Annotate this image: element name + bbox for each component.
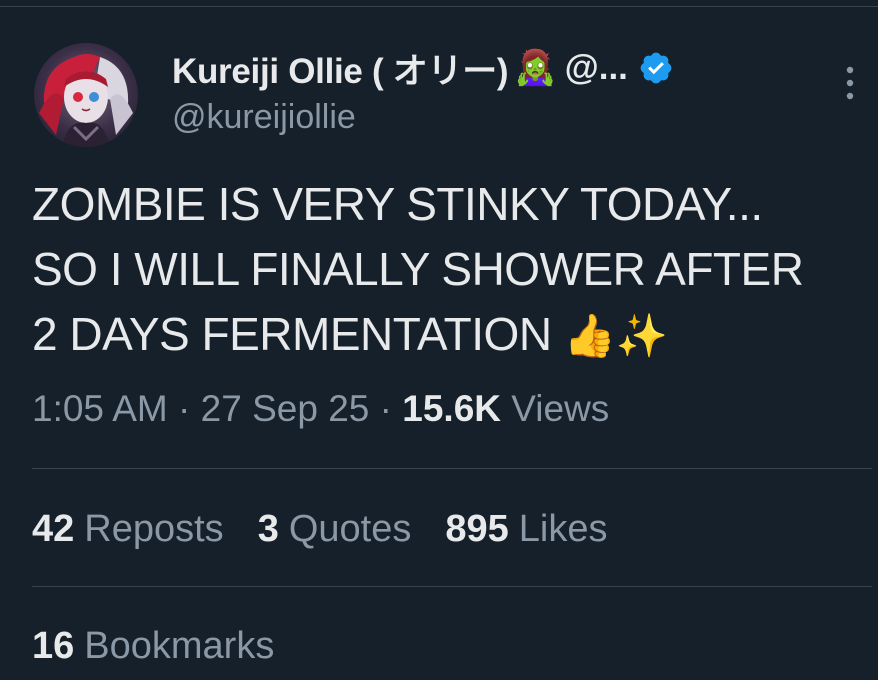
thumbs-up-sparkles-emoji: 👍✨ xyxy=(563,312,668,359)
reposts-stat[interactable]: 42 Reposts xyxy=(32,508,224,551)
author-handle[interactable]: @kureijiollie xyxy=(172,98,356,137)
tweet-line: 2 DAYS FERMENTATION xyxy=(32,308,552,360)
likes-label: Likes xyxy=(518,508,608,550)
tweet-meta: 1:05 AM · 27 Sep 25 · 15.6K Views xyxy=(32,388,609,430)
avatar-image xyxy=(39,54,133,147)
quotes-count: 3 xyxy=(257,508,279,550)
bookmarks-count: 16 xyxy=(32,625,75,667)
avatar[interactable] xyxy=(34,43,138,147)
views-label: Views xyxy=(511,388,610,429)
likes-stat[interactable]: 895 Likes xyxy=(445,508,607,551)
tweet-line-last: 2 DAYS FERMENTATION 👍✨ xyxy=(32,302,862,368)
quotes-stat[interactable]: 3 Quotes xyxy=(258,508,412,551)
bookmarks-stat[interactable]: 16 Bookmarks xyxy=(32,625,274,668)
engagement-stats: 42 Reposts 3 Quotes 895 Likes xyxy=(32,508,641,551)
top-divider xyxy=(0,6,878,7)
tweet-line: SO I WILL FINALLY SHOWER AFTER xyxy=(32,243,804,295)
tweet-text: ZOMBIE IS VERY STINKY TODAY... SO I WILL… xyxy=(32,172,862,368)
zombie-emoji: 🧟‍♀️ xyxy=(514,49,557,87)
divider xyxy=(32,586,872,587)
more-options-icon[interactable] xyxy=(838,64,862,104)
meta-separator: · xyxy=(178,388,191,429)
meta-separator: · xyxy=(379,388,392,429)
bookmarks-label: Bookmarks xyxy=(84,625,275,667)
reposts-label: Reposts xyxy=(84,508,224,550)
tweet-date[interactable]: 27 Sep 25 xyxy=(201,388,370,429)
tweet-line: ZOMBIE IS VERY STINKY TODAY... xyxy=(32,178,763,230)
author-name-row[interactable]: Kureiji Ollie ( オリー) 🧟‍♀️ @... xyxy=(172,46,674,91)
quotes-label: Quotes xyxy=(288,508,412,550)
author-name-overflow[interactable]: @... xyxy=(565,48,628,88)
likes-count: 895 xyxy=(445,508,509,550)
divider xyxy=(32,468,872,469)
reposts-count: 42 xyxy=(32,508,75,550)
tweet-time[interactable]: 1:05 AM xyxy=(32,388,168,429)
views-count: 15.6K xyxy=(402,388,501,429)
author-display-name[interactable]: Kureiji Ollie ( オリー) xyxy=(172,43,509,94)
verified-badge-icon[interactable] xyxy=(638,50,674,86)
